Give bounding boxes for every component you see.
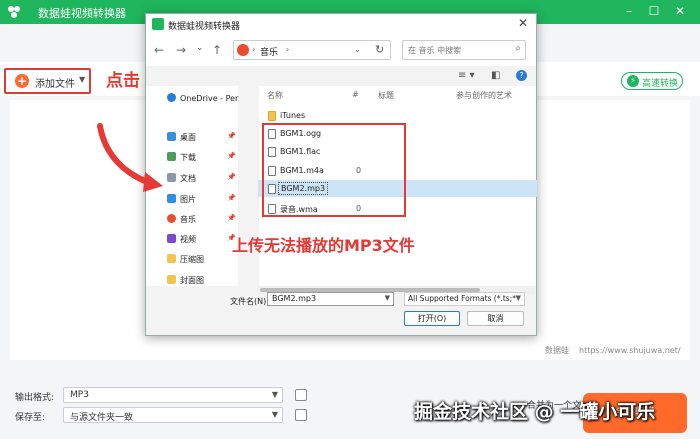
- music-folder-icon: [237, 44, 249, 56]
- refresh-icon[interactable]: ↻: [375, 43, 384, 56]
- sidebar-item-music[interactable]: 音乐 📌: [167, 214, 236, 228]
- filename-label: 文件名(N):: [230, 297, 269, 306]
- sidebar-item-compressed[interactable]: 压缩图: [167, 254, 204, 268]
- video-icon: [167, 234, 176, 243]
- chevron-right-icon: ›: [252, 45, 256, 54]
- sidebar-item-onedrive[interactable]: OneDrive - Per: [167, 93, 238, 107]
- preview-pane-icon[interactable]: ◧: [491, 70, 500, 81]
- add-file-label: 添加文件: [35, 79, 75, 90]
- sidebar-item-downloads[interactable]: 下载 📌: [167, 152, 236, 166]
- column-header-number[interactable]: #: [352, 90, 359, 99]
- sidebar-item-documents[interactable]: 文档 📌: [167, 173, 236, 187]
- sidebar-item-label: 压缩图: [180, 255, 204, 264]
- filetype-value: All Supported Formats (*.ts;*: [408, 294, 516, 303]
- output-format-label: 输出格式:: [15, 393, 55, 403]
- forward-icon[interactable]: →: [176, 43, 186, 57]
- app-title: 数据蛙视频转换器: [38, 7, 126, 20]
- maximize-icon[interactable]: ☐: [646, 2, 662, 20]
- folder-icon[interactable]: [295, 409, 307, 421]
- filename-value: BGM2.mp3: [272, 294, 317, 303]
- desktop-icon: [167, 132, 176, 141]
- sidebar-item-videos[interactable]: 视频 📌: [167, 234, 236, 248]
- list-item[interactable]: iTunes: [258, 107, 535, 124]
- chevron-down-icon: ▼: [271, 410, 278, 419]
- annotation-highlight-box: [262, 123, 406, 217]
- minimize-icon[interactable]: –: [621, 2, 637, 20]
- chevron-down-icon: ▼: [271, 390, 278, 399]
- output-format-select[interactable]: MP3 ▼: [63, 387, 283, 403]
- brand-watermark: 数据蛙 https://www.shujuwa.net/: [545, 345, 681, 356]
- lightning-icon: ⚡: [627, 75, 639, 87]
- save-to-select[interactable]: 与源文件夹一致 ▼: [63, 407, 283, 423]
- picture-icon: [167, 194, 176, 203]
- back-icon[interactable]: ←: [154, 43, 164, 57]
- download-icon: [167, 152, 176, 161]
- folder-icon: [167, 254, 176, 263]
- watermark-brand: 数据蛙: [545, 346, 569, 355]
- search-input[interactable]: 在 音乐 中搜索 ⌕: [402, 40, 526, 60]
- chevron-right-icon: ›: [286, 45, 290, 54]
- open-button[interactable]: 打开(O): [404, 311, 460, 326]
- pin-icon: 📌: [227, 173, 236, 181]
- filetype-select[interactable]: All Supported Formats (*.ts;* ▼: [404, 292, 525, 306]
- watermark-url: https://www.shujuwa.net/: [579, 346, 681, 355]
- chevron-down-icon[interactable]: ⌄: [354, 45, 361, 54]
- sidebar-item-label: 封面图: [180, 276, 204, 285]
- fast-convert-button[interactable]: ⚡ 高速转换: [621, 72, 683, 90]
- pin-icon: 📌: [227, 132, 236, 140]
- up-icon[interactable]: ↑: [212, 43, 222, 57]
- fast-convert-label: 高速转换: [642, 79, 679, 89]
- chevron-down-icon[interactable]: ▼: [385, 294, 390, 302]
- folder-icon: [167, 275, 176, 284]
- dialog-title-bar: 数据蛙视频转换器 ✕: [146, 14, 536, 34]
- chevron-down-icon[interactable]: ▼: [79, 75, 85, 84]
- search-icon: ⌕: [515, 43, 521, 54]
- view-menu-icon[interactable]: ≡ ▾: [458, 70, 475, 81]
- sidebar-item-label: 文档: [180, 174, 196, 183]
- pin-icon: 📌: [227, 214, 236, 222]
- app-logo-icon: [152, 18, 164, 30]
- cloud-icon: [167, 93, 176, 102]
- pin-icon: 📌: [227, 194, 236, 202]
- chevron-down-icon: ▼: [515, 294, 521, 302]
- chevron-down-icon[interactable]: ⌄: [196, 43, 204, 53]
- sidebar-item-label: 桌面: [180, 133, 196, 142]
- format-settings-icon[interactable]: [295, 389, 307, 401]
- annotation-upload-note: 上传无法播放的MP3文件: [232, 236, 415, 255]
- column-header-artist[interactable]: 参与创作的艺术: [456, 90, 512, 101]
- help-icon[interactable]: ?: [516, 70, 527, 81]
- save-to-value: 与源文件夹一致: [70, 413, 134, 423]
- column-header-name[interactable]: 名称: [267, 90, 283, 101]
- folder-icon: [268, 111, 276, 121]
- dialog-title: 数据蛙视频转换器: [168, 22, 241, 32]
- close-icon[interactable]: ✕: [672, 2, 688, 20]
- annotation-arrow-icon: [97, 123, 163, 192]
- sidebar-item-label: OneDrive - Per: [180, 94, 239, 103]
- corner-watermark: 掘金技术社区 @ 一罐小可乐: [414, 401, 656, 423]
- sidebar-item-label: 视频: [180, 235, 196, 244]
- add-file-button[interactable]: + 添加文件 ▼: [4, 68, 91, 94]
- filename-input[interactable]: BGM2.mp3 ▼: [267, 292, 394, 306]
- search-placeholder: 在 音乐 中搜索: [408, 46, 462, 55]
- app-logo-icon: [8, 6, 20, 18]
- sidebar-item-label: 图片: [180, 195, 196, 204]
- sidebar-item-label: 下载: [180, 153, 196, 162]
- view-toolbar: [146, 67, 536, 85]
- close-icon[interactable]: ✕: [518, 16, 528, 30]
- sidebar-item-covers[interactable]: 封面图: [167, 275, 204, 289]
- sidebar-item-label: 音乐: [180, 215, 196, 224]
- pin-icon: 📌: [227, 152, 236, 160]
- sidebar-item-pictures[interactable]: 图片 📌: [167, 194, 236, 208]
- plus-icon: +: [15, 74, 29, 88]
- sidebar-item-desktop[interactable]: 桌面 📌: [167, 132, 236, 146]
- breadcrumb-music[interactable]: 音乐: [260, 45, 278, 58]
- cancel-button[interactable]: 取消: [467, 311, 524, 326]
- column-header-title[interactable]: 标题: [378, 90, 394, 101]
- file-name: iTunes: [280, 111, 306, 120]
- document-icon: [167, 173, 176, 182]
- save-to-label: 保存至:: [15, 413, 46, 423]
- music-icon: [167, 214, 176, 223]
- address-bar[interactable]: › 音乐 › ⌄ ↻: [233, 40, 391, 60]
- output-format-value: MP3: [70, 390, 89, 400]
